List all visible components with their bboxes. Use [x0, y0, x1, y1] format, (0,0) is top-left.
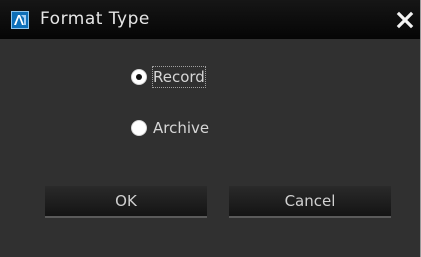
dialog-title: Format Type [40, 9, 150, 29]
title-bar[interactable]: Format Type [0, 0, 420, 39]
radio-archive[interactable]: Archive [131, 118, 226, 138]
radio-record-label[interactable]: Record [152, 66, 206, 88]
radio-selected-dot [136, 74, 142, 80]
cancel-button[interactable]: Cancel [229, 186, 391, 218]
app-logo-icon [11, 11, 29, 29]
radio-archive-circle[interactable] [131, 120, 147, 136]
radio-record[interactable]: Record [131, 66, 221, 88]
radio-archive-label[interactable]: Archive [153, 118, 209, 138]
format-type-dialog: Format Type Record Archive OK Cancel [0, 0, 421, 257]
close-icon[interactable] [396, 11, 414, 29]
radio-record-circle[interactable] [131, 69, 147, 85]
ok-button[interactable]: OK [45, 186, 207, 218]
